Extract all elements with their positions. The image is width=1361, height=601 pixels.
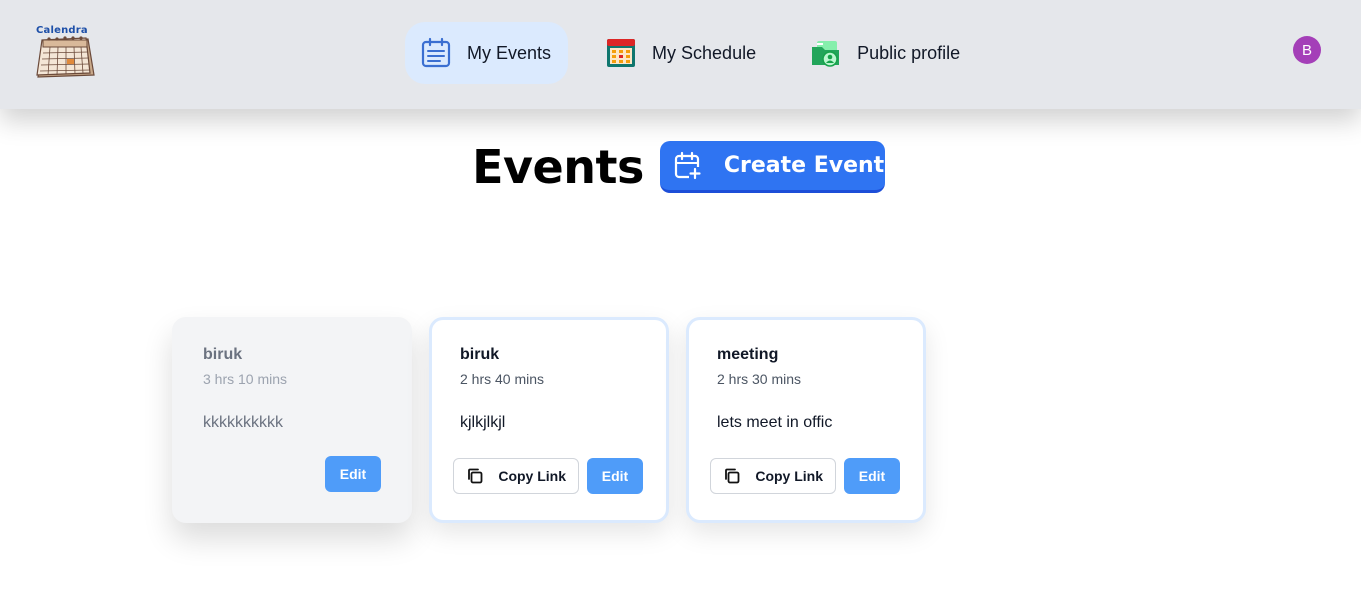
top-nav-bar: Calendra My Events My Schedule Public pr… [0, 0, 1361, 109]
main-navigation: My Events My Schedule Public profile [405, 22, 999, 84]
copy-link-button[interactable]: Copy Link [710, 458, 836, 494]
nav-my-schedule[interactable]: My Schedule [590, 22, 773, 84]
calendar-list-icon [419, 36, 453, 70]
nav-public-profile-label: Public profile [857, 42, 961, 63]
copy-icon [723, 467, 741, 485]
copy-link-button[interactable]: Copy Link [453, 458, 579, 494]
create-event-button[interactable]: Create Event [659, 141, 885, 193]
calendar-logo-icon [36, 36, 95, 78]
event-card: biruk 2 hrs 40 mins kjlkjlkjl Copy Link … [429, 317, 669, 523]
event-actions: Copy Link Edit [453, 458, 643, 494]
schedule-grid-icon [604, 36, 638, 70]
calendra-logo[interactable]: Calendra [34, 25, 96, 79]
event-actions: Copy Link Edit [710, 458, 900, 494]
public-profile-icon [809, 36, 843, 70]
copy-link-label: Copy Link [755, 468, 823, 484]
nav-my-events[interactable]: My Events [405, 22, 569, 84]
event-duration: 2 hrs 30 mins [717, 371, 802, 387]
nav-my-events-label: My Events [467, 42, 552, 63]
event-name: biruk [203, 346, 243, 363]
event-card: meeting 2 hrs 30 mins lets meet in offic… [686, 317, 926, 523]
event-card: biruk 3 hrs 10 mins kkkkkkkkkk Edit [172, 317, 412, 523]
edit-button[interactable]: Edit [844, 458, 900, 494]
event-card-list: biruk 3 hrs 10 mins kkkkkkkkkk Edit biru… [172, 317, 943, 523]
event-duration: 3 hrs 10 mins [203, 371, 288, 387]
create-event-label: Create Event [723, 153, 885, 178]
nav-my-schedule-label: My Schedule [652, 42, 757, 63]
event-name: meeting [717, 346, 779, 363]
copy-link-label: Copy Link [498, 468, 566, 484]
nav-public-profile[interactable]: Public profile [795, 22, 977, 84]
event-description: kjlkjlkjl [460, 414, 506, 431]
page-title: Events [472, 140, 644, 194]
user-avatar[interactable]: B [1293, 36, 1321, 64]
edit-button[interactable]: Edit [587, 458, 643, 494]
calendar-plus-icon [674, 151, 704, 181]
page-title-row: Events Create Event [0, 140, 1361, 194]
edit-button[interactable]: Edit [325, 456, 381, 492]
event-description: lets meet in offic [717, 414, 833, 431]
event-description: kkkkkkkkkk [203, 414, 283, 431]
event-actions: Edit [325, 456, 381, 492]
event-name: biruk [460, 346, 500, 363]
event-duration: 2 hrs 40 mins [460, 371, 545, 387]
copy-icon [466, 467, 484, 485]
